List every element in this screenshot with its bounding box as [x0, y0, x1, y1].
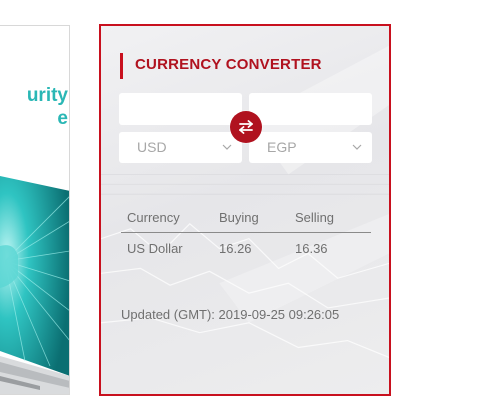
from-currency-value: USD: [137, 139, 167, 155]
last-updated-text: Updated (GMT): 2019-09-25 09:26:05: [121, 307, 340, 322]
table-header-row: Currency Buying Selling: [121, 202, 371, 233]
chevron-down-icon: [222, 132, 232, 176]
chevron-down-icon: [352, 132, 362, 176]
row-currency-name: US Dollar: [127, 240, 183, 256]
widget-title: CURRENCY CONVERTER: [135, 56, 322, 73]
column-header-selling: Selling: [295, 209, 335, 225]
from-currency-select[interactable]: USD: [119, 132, 242, 163]
promo-banner[interactable]: urity e: [0, 25, 70, 395]
to-currency-select[interactable]: EGP: [249, 132, 372, 163]
currency-converter-widget: CURRENCY CONVERTER USD EGP Currency Buyi…: [99, 24, 391, 396]
exchange-rates-table: Currency Buying Selling US Dollar 16.26 …: [121, 202, 371, 263]
laptop-security-illustration: [0, 176, 69, 394]
promo-banner-title: urity e: [26, 85, 68, 129]
column-header-currency: Currency: [127, 209, 180, 225]
to-currency-value: EGP: [267, 139, 297, 155]
row-buying-rate: 16.26: [219, 240, 252, 256]
swap-arrows-icon: [239, 120, 253, 134]
row-selling-rate: 16.36: [295, 240, 328, 256]
from-amount-input[interactable]: [119, 93, 242, 125]
to-amount-input[interactable]: [249, 93, 372, 125]
column-header-buying: Buying: [219, 209, 259, 225]
title-accent-bar: [120, 53, 123, 79]
table-row: US Dollar 16.26 16.36: [121, 233, 371, 263]
swap-currencies-button[interactable]: [230, 111, 262, 143]
